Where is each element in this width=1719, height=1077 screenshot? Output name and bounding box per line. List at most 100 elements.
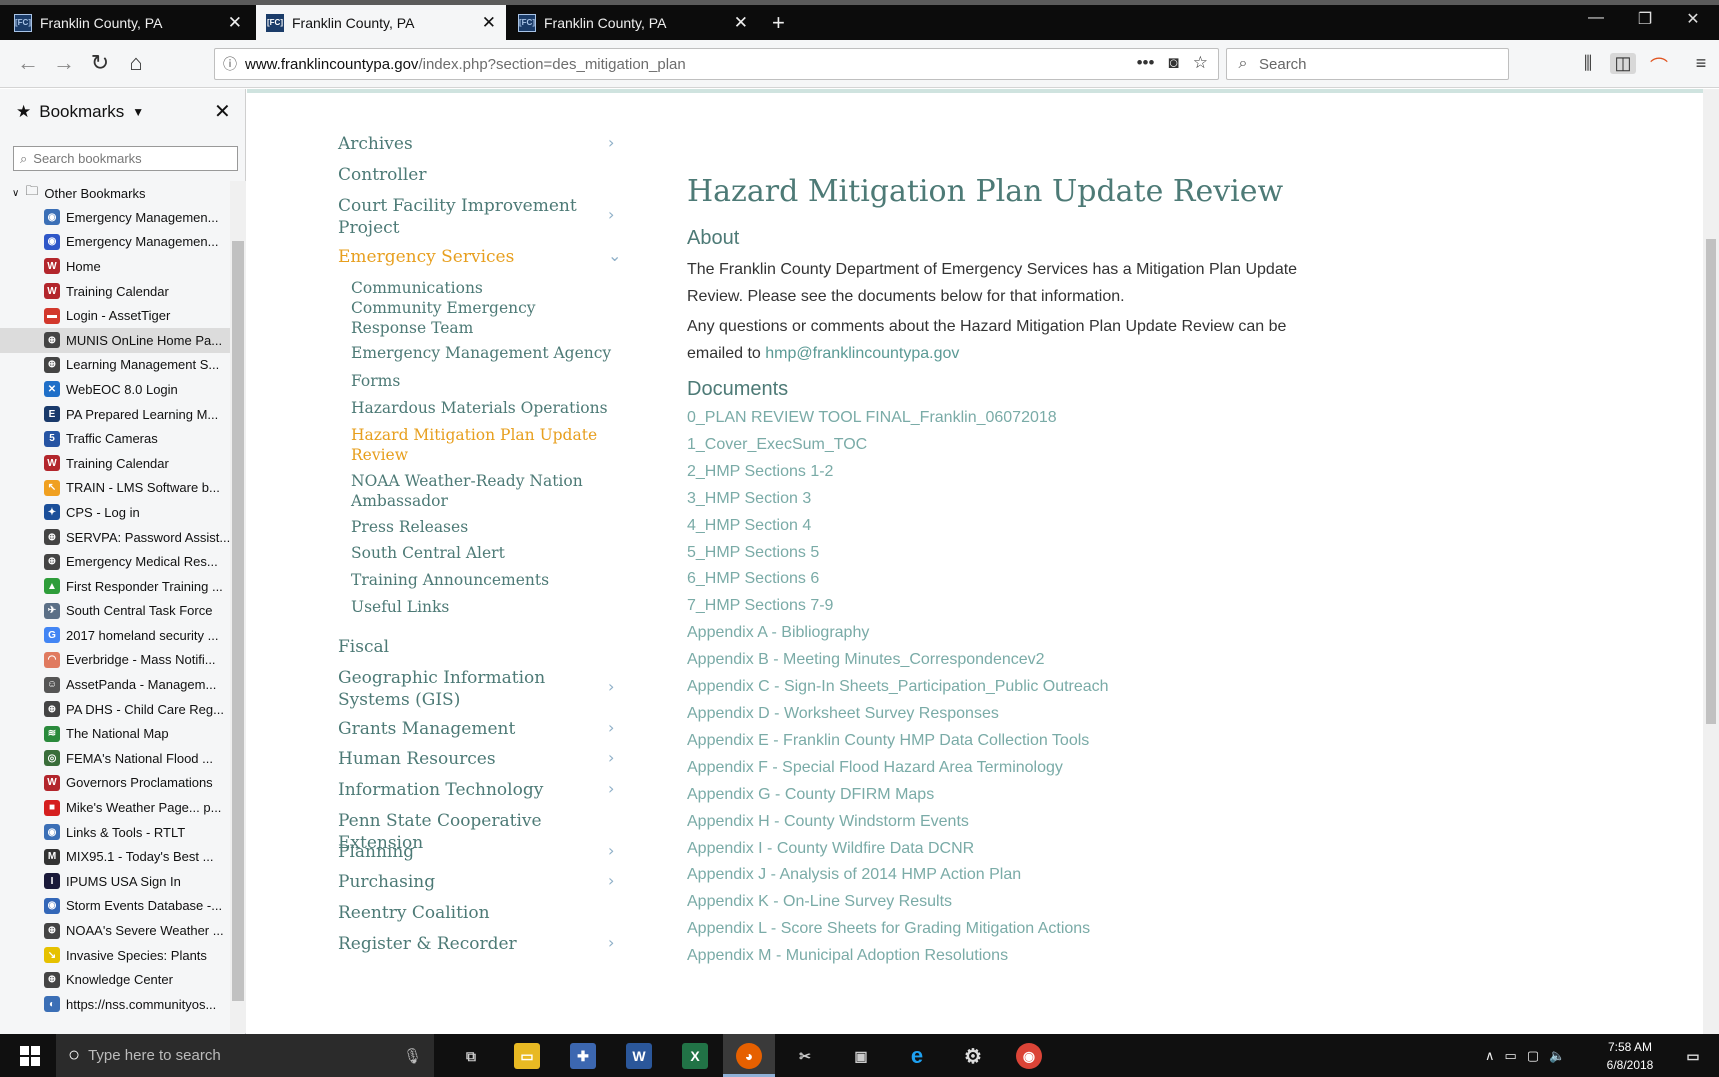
bookmark-item[interactable]: ⊕ Emergency Medical Res... bbox=[0, 549, 230, 574]
chevron-right-icon[interactable]: › bbox=[608, 205, 614, 224]
bookmark-item[interactable]: ⊕ SERVPA: Password Assist... bbox=[0, 525, 230, 550]
email-link[interactable]: hmp@franklincountypa.gov bbox=[765, 345, 959, 362]
extension-icon[interactable]: ⌒ bbox=[1646, 53, 1672, 79]
bookmark-item[interactable]: ⊕ MUNIS OnLine Home Pa... bbox=[0, 327, 230, 353]
bookmark-item[interactable]: ↘ Invasive Species: Plants bbox=[0, 943, 230, 968]
chevron-right-icon[interactable]: › bbox=[608, 933, 614, 952]
bookmark-item[interactable]: ◐ https://nss.communityos... bbox=[0, 992, 230, 1017]
file-explorer-icon[interactable]: ▭ bbox=[514, 1043, 540, 1069]
document-link[interactable]: Appendix F - Special Flood Hazard Area T… bbox=[687, 755, 1407, 782]
close-tab-icon[interactable]: ✕ bbox=[228, 13, 242, 33]
restore-icon[interactable]: ❐ bbox=[1622, 9, 1668, 29]
bookmark-item[interactable]: ✈ South Central Task Force bbox=[0, 599, 230, 624]
nav-subitem[interactable]: Forms bbox=[351, 371, 613, 391]
page-actions-menu-icon[interactable]: ••• bbox=[1137, 53, 1155, 73]
remote-desktop-icon[interactable]: ▣ bbox=[848, 1043, 874, 1069]
home-icon[interactable]: ⌂ bbox=[122, 50, 150, 76]
bookmark-item[interactable]: ↖ TRAIN - LMS Software b... bbox=[0, 476, 230, 501]
chrome-icon[interactable]: ◉ bbox=[1016, 1043, 1042, 1069]
bookmark-item[interactable]: ◎ FEMA's National Flood ... bbox=[0, 746, 230, 771]
bookmark-item[interactable]: ◉ Links & Tools - RTLT bbox=[0, 820, 230, 845]
nav-subitem[interactable]: Training Announcements bbox=[351, 570, 613, 590]
search-bar[interactable]: ⌕ Search bbox=[1226, 48, 1509, 80]
close-tab-icon[interactable]: ✕ bbox=[734, 13, 748, 33]
bookmark-item[interactable]: ◉ Emergency Managemen... bbox=[0, 230, 230, 255]
bookmarks-search-input[interactable]: ⌕ Search bookmarks bbox=[13, 146, 238, 171]
bookmark-item[interactable]: ≋ The National Map bbox=[0, 721, 230, 746]
nav-item[interactable]: Court Facility Improvement Project bbox=[338, 195, 600, 239]
document-link[interactable]: Appendix C - Sign-In Sheets_Participatio… bbox=[687, 674, 1407, 701]
windows-start-icon[interactable] bbox=[20, 1046, 40, 1066]
bookmark-item[interactable]: M MIX95.1 - Today's Best ... bbox=[0, 844, 230, 869]
bookmark-item[interactable]: ⊕ NOAA's Severe Weather ... bbox=[0, 918, 230, 943]
document-link[interactable]: Appendix D - Worksheet Survey Responses bbox=[687, 701, 1407, 728]
document-link[interactable]: Appendix M - Municipal Adoption Resoluti… bbox=[687, 943, 1407, 970]
document-link[interactable]: Appendix G - County DFIRM Maps bbox=[687, 782, 1407, 809]
bookmark-item[interactable]: ⊕ Knowledge Center bbox=[0, 967, 230, 992]
site-info-icon[interactable]: ⓘ bbox=[215, 54, 245, 74]
sidebar-switcher[interactable]: ★ Bookmarks ▼ bbox=[16, 102, 144, 122]
bookmark-item[interactable]: W Governors Proclamations bbox=[0, 771, 230, 796]
close-tab-icon[interactable]: ✕ bbox=[482, 13, 496, 33]
nav-item[interactable]: Planning bbox=[338, 841, 600, 863]
back-icon[interactable]: ← bbox=[14, 50, 42, 76]
nav-subitem[interactable]: Community Emergency Response Team bbox=[351, 298, 613, 338]
volume-icon[interactable]: 🔈 bbox=[1549, 1048, 1565, 1064]
internet-explorer-icon[interactable]: e bbox=[904, 1043, 930, 1069]
library-icon[interactable]: ⫼ bbox=[1575, 53, 1601, 74]
nav-subitem[interactable]: Useful Links bbox=[351, 597, 613, 617]
document-link[interactable]: Appendix H - County Windstorm Events bbox=[687, 809, 1407, 836]
bookmark-item[interactable]: ◉ Storm Events Database -... bbox=[0, 894, 230, 919]
bookmark-item[interactable]: ◉ Emergency Managemen... bbox=[0, 205, 230, 230]
bookmark-item[interactable]: ⊕ Learning Management S... bbox=[0, 353, 230, 378]
bookmark-item[interactable]: ■ Mike's Weather Page... p... bbox=[0, 795, 230, 820]
nav-item[interactable]: Purchasing bbox=[338, 871, 600, 893]
document-link[interactable]: Appendix I - County Wildfire Data DCNR bbox=[687, 836, 1407, 863]
nav-item[interactable]: Emergency Services bbox=[338, 246, 600, 268]
nav-subitem[interactable]: NOAA Weather-Ready Nation Ambassador bbox=[351, 471, 613, 511]
tab-2-active[interactable]: [FC] Franklin County, PA ✕ bbox=[256, 5, 506, 40]
bookmark-item[interactable]: ▬ Login - AssetTiger bbox=[0, 303, 230, 328]
document-link[interactable]: 7_HMP Sections 7-9 bbox=[687, 593, 1407, 620]
nav-item[interactable]: Information Technology bbox=[338, 779, 600, 801]
chevron-right-icon[interactable]: › bbox=[608, 677, 614, 696]
sidebar-scrollbar[interactable] bbox=[230, 181, 246, 1033]
bookmark-item[interactable]: I IPUMS USA Sign In bbox=[0, 869, 230, 894]
taskbar-search-input[interactable]: ○ Type here to search 🎙 bbox=[56, 1034, 434, 1077]
tray-chevron-up-icon[interactable]: ∧ bbox=[1485, 1048, 1495, 1064]
bookmark-item[interactable]: W Training Calendar bbox=[0, 279, 230, 304]
reload-icon[interactable]: ↻ bbox=[86, 50, 114, 76]
bookmark-item[interactable]: ◠ Everbridge - Mass Notifi... bbox=[0, 648, 230, 673]
snipping-tool-icon[interactable]: ✂ bbox=[792, 1043, 818, 1069]
action-center-icon[interactable]: ▭ bbox=[1680, 1043, 1706, 1069]
task-view-icon[interactable]: ⧉ bbox=[458, 1043, 484, 1069]
sidebar-toggle-icon[interactable]: ◫ bbox=[1610, 53, 1636, 74]
document-link[interactable]: 0_PLAN REVIEW TOOL FINAL_Franklin_060720… bbox=[687, 405, 1407, 432]
settings-gear-icon[interactable]: ⚙ bbox=[960, 1043, 986, 1069]
nav-item[interactable]: Fiscal bbox=[338, 636, 628, 658]
pocket-icon[interactable]: ◙ bbox=[1168, 53, 1178, 73]
document-link[interactable]: 2_HMP Sections 1-2 bbox=[687, 459, 1407, 486]
nav-subitem[interactable]: Press Releases bbox=[351, 517, 613, 537]
close-icon[interactable]: ✕ bbox=[214, 99, 231, 124]
forward-icon[interactable]: → bbox=[50, 50, 78, 76]
nav-item[interactable]: Human Resources bbox=[338, 748, 600, 770]
nav-subitem[interactable]: Hazard Mitigation Plan Update Review bbox=[351, 425, 613, 465]
document-link[interactable]: 6_HMP Sections 6 bbox=[687, 566, 1407, 593]
document-link[interactable]: Appendix A - Bibliography bbox=[687, 620, 1407, 647]
window-close-icon[interactable]: ✕ bbox=[1670, 9, 1716, 29]
document-link[interactable]: Appendix B - Meeting Minutes_Corresponde… bbox=[687, 647, 1407, 674]
menu-icon[interactable]: ≡ bbox=[1688, 53, 1714, 74]
nav-subitem[interactable]: South Central Alert bbox=[351, 543, 613, 563]
nav-subitem[interactable]: Hazardous Materials Operations bbox=[351, 398, 613, 418]
bookmark-item[interactable]: ✕ WebEOC 8.0 Login bbox=[0, 377, 230, 402]
nav-item[interactable]: Grants Management bbox=[338, 718, 600, 740]
bookmark-item[interactable]: ✦ CPS - Log in bbox=[0, 500, 230, 525]
battery-icon[interactable]: ▭ bbox=[1505, 1048, 1517, 1064]
firefox-icon[interactable]: ◕ bbox=[736, 1043, 762, 1069]
document-link[interactable]: 3_HMP Section 3 bbox=[687, 486, 1407, 513]
nav-item[interactable]: Archives bbox=[338, 133, 600, 155]
bookmark-item[interactable]: W Home bbox=[0, 254, 230, 279]
word-icon[interactable]: W bbox=[626, 1043, 652, 1069]
nav-item[interactable]: Register & Recorder bbox=[338, 933, 600, 955]
